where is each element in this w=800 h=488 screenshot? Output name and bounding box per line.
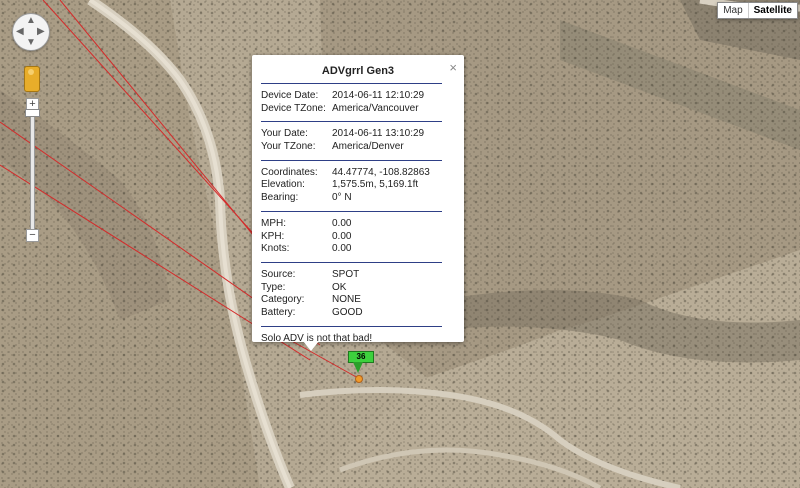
info-label: Category: <box>261 294 305 306</box>
pan-down-icon[interactable]: ▼ <box>26 38 36 48</box>
section-divider <box>261 261 442 263</box>
info-value: OK <box>332 281 347 293</box>
track-point-location-dot <box>355 375 363 383</box>
info-value: 0° N <box>332 192 352 204</box>
info-value: 1,575.5m, 5,169.1ft <box>332 179 419 191</box>
pan-right-icon[interactable]: ▶ <box>37 27 45 37</box>
info-value: NONE <box>332 294 361 306</box>
info-row: Device Date: 2014-06-11 12:10:29 <box>261 90 442 103</box>
info-label: Your TZone: <box>261 141 316 153</box>
info-note: Solo ADV is not that bad! <box>261 332 373 344</box>
info-value: America/Denver <box>332 141 404 153</box>
info-label: MPH: <box>261 217 286 229</box>
info-row: Your Date: 2014-06-11 13:10:29 <box>261 128 442 141</box>
section-divider <box>261 325 442 327</box>
info-row: Source: SPOT <box>261 269 442 282</box>
info-label: Source: <box>261 268 296 280</box>
zoom-slider-track[interactable] <box>30 112 35 230</box>
info-row: Knots: 0.00 <box>261 243 442 256</box>
section-divider <box>261 210 442 212</box>
info-window: × ADVgrrl Gen3 Device Date: 2014-06-11 12… <box>252 55 464 344</box>
pan-up-icon[interactable]: ▲ <box>26 16 36 26</box>
info-row: Your TZone: America/Denver <box>261 141 442 154</box>
info-section: Source: SPOT Type: OK Category: NONE Battery: G… <box>261 269 442 320</box>
info-row: Device TZone: America/Vancouver <box>261 103 442 116</box>
section-divider <box>261 159 442 161</box>
info-value: 44.47774, -108.82863 <box>332 166 430 178</box>
pan-left-icon[interactable]: ◀ <box>16 27 24 37</box>
info-window-title: ADVgrrl Gen3 <box>321 65 395 77</box>
map-type-control: Map Satellite <box>717 2 798 19</box>
info-value: GOOD <box>332 306 363 318</box>
section-divider <box>261 121 442 123</box>
info-value: America/Vancouver <box>332 102 419 114</box>
map-type-map-button[interactable]: Map <box>718 3 747 18</box>
street-view-pegman-icon[interactable] <box>24 66 40 92</box>
info-section: Your Date: 2014-06-11 13:10:29 Your TZone:… <box>261 128 442 153</box>
info-value: 0.00 <box>332 230 352 242</box>
info-row: Elevation: 1,575.5m, 5,169.1ft <box>261 179 442 192</box>
info-window-body: Device Date: 2014-06-11 12:10:29 Device TZ… <box>261 83 442 344</box>
info-value: 2014-06-11 13:10:29 <box>332 128 425 140</box>
track-point-marker-icon[interactable] <box>353 362 363 373</box>
zoom-out-button[interactable]: − <box>26 229 39 242</box>
info-label: Elevation: <box>261 179 305 191</box>
info-label: Battery: <box>261 306 296 318</box>
info-label: Type: <box>261 281 286 293</box>
close-icon[interactable]: × <box>449 60 457 75</box>
info-value: 2014-06-11 12:10:29 <box>332 90 425 101</box>
info-label: Coordinates: <box>261 166 318 178</box>
section-divider <box>261 83 442 84</box>
info-row: Type: OK <box>261 282 442 295</box>
info-row: Bearing: 0° N <box>261 192 442 205</box>
info-window-pointer <box>303 341 319 351</box>
info-label: Bearing: <box>261 192 299 204</box>
info-label: Device TZone: <box>261 102 326 114</box>
pan-control[interactable]: ▲ ◀ ▶ ▼ <box>12 13 50 51</box>
info-row: MPH: 0.00 <box>261 218 442 231</box>
info-row: Battery: GOOD <box>261 307 442 320</box>
info-label: Knots: <box>261 243 290 255</box>
info-value: SPOT <box>332 268 360 280</box>
info-label: KPH: <box>261 230 285 242</box>
info-value: 0.00 <box>332 243 352 255</box>
info-row: Category: NONE <box>261 294 442 307</box>
info-row: KPH: 0.00 <box>261 231 442 244</box>
zoom-slider-thumb[interactable] <box>25 109 40 117</box>
info-label: Device Date: <box>261 90 319 101</box>
info-section: Coordinates: 44.47774, -108.82863 Elevatio… <box>261 167 442 205</box>
info-section: Device Date: 2014-06-11 12:10:29 Device TZ… <box>261 90 442 115</box>
map-type-satellite-button[interactable]: Satellite <box>747 3 797 18</box>
info-label: Your Date: <box>261 128 308 140</box>
info-value: 0.00 <box>332 217 352 229</box>
info-row: Coordinates: 44.47774, -108.82863 <box>261 167 442 180</box>
info-section: MPH: 0.00 KPH: 0.00 Knots: 0.00 <box>261 218 442 256</box>
